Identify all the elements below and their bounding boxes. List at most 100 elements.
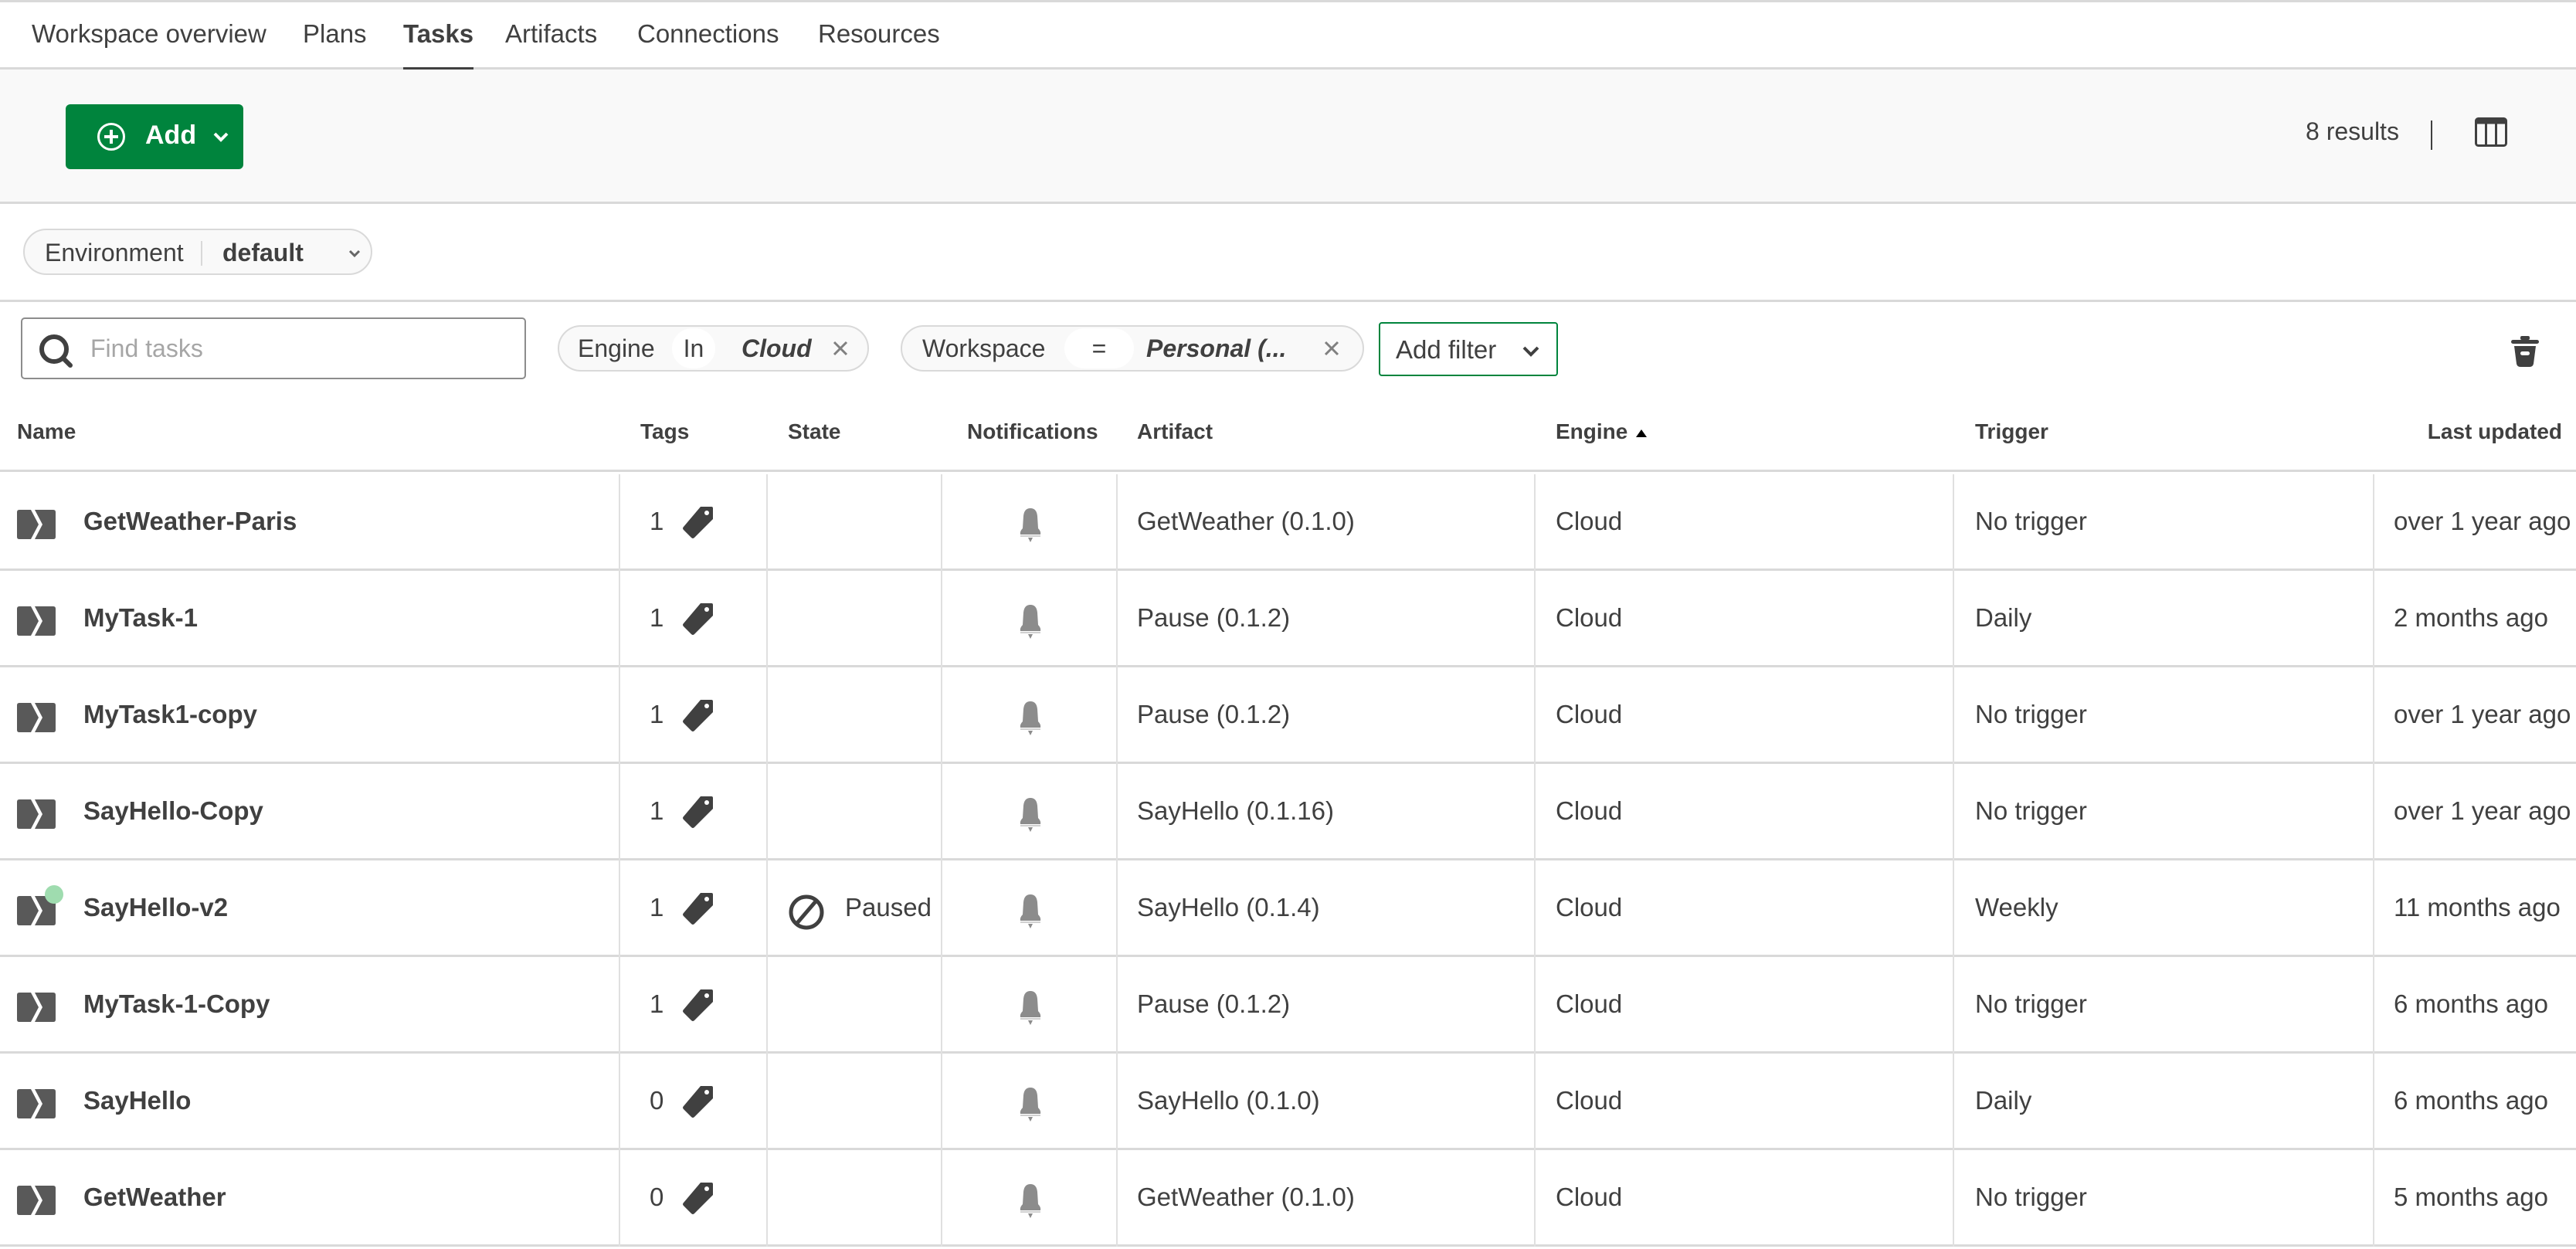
cell-artifact: SayHello (0.1.16) <box>1118 764 1536 860</box>
trigger-value: No trigger <box>1975 700 2087 728</box>
cell-last-updated: over 1 year ago <box>2374 474 2576 571</box>
trigger-value: Weekly <box>1975 893 2058 921</box>
cell-artifact: GetWeather (0.1.0) <box>1118 474 1536 571</box>
bell-icon[interactable] <box>1020 701 1041 735</box>
tag-count: 1 <box>650 700 664 728</box>
filter-chip-engine[interactable]: Engine In Cloud <box>558 325 869 372</box>
tag-icon[interactable] <box>682 1084 714 1118</box>
filter-operator[interactable]: In <box>672 328 715 368</box>
bell-icon[interactable] <box>1020 508 1041 542</box>
close-icon[interactable] <box>1319 336 1344 361</box>
task-name-link[interactable]: GetWeather-Paris <box>83 507 297 536</box>
tab-artifacts[interactable]: Artifacts <box>505 19 597 69</box>
cell-tags: 0 <box>620 1054 768 1150</box>
tag-icon[interactable] <box>682 505 714 539</box>
tag-count: 1 <box>650 603 664 632</box>
artifact-link[interactable]: Pause (0.1.2) <box>1137 989 1290 1019</box>
tag-icon[interactable] <box>682 698 714 732</box>
trigger-value: Daily <box>1975 603 2032 632</box>
artifact-link[interactable]: SayHello (0.1.4) <box>1137 893 1320 922</box>
cell-state <box>768 764 942 860</box>
column-header-engine[interactable]: Engine <box>1556 419 1648 444</box>
engine-value: Cloud <box>1556 989 1623 1018</box>
tag-icon[interactable] <box>682 988 714 1022</box>
tab-plans[interactable]: Plans <box>303 19 367 69</box>
search-field[interactable] <box>21 317 526 379</box>
task-name-link[interactable]: MyTask-1-Copy <box>83 989 270 1019</box>
filter-chip-workspace[interactable]: Workspace = Personal (... <box>901 325 1364 372</box>
cell-trigger: No trigger <box>1954 667 2374 764</box>
tab-workspace-overview[interactable]: Workspace overview <box>32 19 266 69</box>
cell-tags: 1 <box>620 764 768 860</box>
columns-icon[interactable] <box>2475 117 2507 147</box>
table-header: Name Tags State Notifications Artifact E… <box>0 395 2576 472</box>
bell-icon[interactable] <box>1020 894 1041 928</box>
column-header-name[interactable]: Name <box>17 419 76 444</box>
cell-state <box>768 667 942 764</box>
task-name-link[interactable]: GetWeather <box>83 1183 226 1212</box>
cell-name: GetWeather <box>0 1150 620 1247</box>
artifact-link[interactable]: GetWeather (0.1.0) <box>1137 507 1355 536</box>
task-name-link[interactable]: MyTask-1 <box>83 603 198 633</box>
add-filter-label: Add filter <box>1396 335 1497 364</box>
filter-value: Cloud <box>742 334 812 362</box>
column-header-last-updated[interactable]: Last updated <box>2428 419 2562 444</box>
cell-tags: 1 <box>620 957 768 1054</box>
task-name-link[interactable]: MyTask1-copy <box>83 700 257 729</box>
table-row[interactable]: MyTask-1 1 Pause (0.1.2) Cloud Daily 2 m… <box>0 571 2576 667</box>
tag-icon[interactable] <box>682 891 714 925</box>
artifact-link[interactable]: Pause (0.1.2) <box>1137 603 1290 633</box>
trash-icon[interactable] <box>2511 336 2539 367</box>
bell-icon[interactable] <box>1020 991 1041 1025</box>
cell-trigger: No trigger <box>1954 474 2374 571</box>
divider <box>2431 120 2432 150</box>
artifact-link[interactable]: SayHello (0.1.16) <box>1137 796 1334 826</box>
bell-icon[interactable] <box>1020 1088 1041 1122</box>
column-header-state[interactable]: State <box>788 419 840 444</box>
cell-notifications <box>942 860 1118 957</box>
filter-operator[interactable]: = <box>1064 328 1134 368</box>
bell-icon[interactable] <box>1020 605 1041 639</box>
add-button[interactable]: Add <box>66 104 243 169</box>
tab-resources[interactable]: Resources <box>818 19 940 69</box>
bell-icon[interactable] <box>1020 798 1041 832</box>
table-row[interactable]: GetWeather-Paris 1 GetWeather (0.1.0) Cl… <box>0 474 2576 571</box>
tag-icon[interactable] <box>682 795 714 829</box>
artifact-link[interactable]: SayHello (0.1.0) <box>1137 1086 1320 1115</box>
close-icon[interactable] <box>828 336 853 361</box>
artifact-link[interactable]: Pause (0.1.2) <box>1137 700 1290 729</box>
cell-notifications <box>942 571 1118 667</box>
trigger-value: Daily <box>1975 1086 2032 1115</box>
engine-value: Cloud <box>1556 507 1623 535</box>
artifact-link[interactable]: GetWeather (0.1.0) <box>1137 1183 1355 1212</box>
column-header-notifications[interactable]: Notifications <box>967 419 1098 444</box>
search-input[interactable] <box>90 330 507 367</box>
tag-icon[interactable] <box>682 1181 714 1215</box>
bell-icon[interactable] <box>1020 1184 1041 1218</box>
last-updated-value: over 1 year ago <box>2394 796 2571 825</box>
task-name-link[interactable]: SayHello-Copy <box>83 796 263 826</box>
table-row[interactable]: SayHello-Copy 1 SayHello (0.1.16) Cloud <box>0 764 2576 860</box>
filter-field: Engine <box>578 334 655 362</box>
tag-icon[interactable] <box>682 602 714 636</box>
cell-artifact: Pause (0.1.2) <box>1118 571 1536 667</box>
divider <box>201 241 202 266</box>
table-row[interactable]: SayHello-v2 1 Paused SayHello (0.1.4) Cl… <box>0 860 2576 957</box>
column-header-tags[interactable]: Tags <box>640 419 689 444</box>
table-row[interactable]: MyTask1-copy 1 Pause (0.1.2) Cloud No tr… <box>0 667 2576 764</box>
table-row[interactable]: SayHello 0 SayHello (0.1.0) Cloud Daily … <box>0 1054 2576 1150</box>
engine-value: Cloud <box>1556 893 1623 921</box>
cell-state <box>768 474 942 571</box>
task-name-link[interactable]: SayHello <box>83 1086 191 1115</box>
trigger-value: No trigger <box>1975 1183 2087 1211</box>
column-header-trigger[interactable]: Trigger <box>1975 419 2048 444</box>
table-row[interactable]: GetWeather 0 GetWeather (0.1.0) Cloud No… <box>0 1150 2576 1247</box>
cell-name: MyTask-1-Copy <box>0 957 620 1054</box>
column-header-artifact[interactable]: Artifact <box>1137 419 1213 444</box>
tab-connections[interactable]: Connections <box>637 19 779 69</box>
tab-tasks[interactable]: Tasks <box>403 19 474 71</box>
task-name-link[interactable]: SayHello-v2 <box>83 893 228 922</box>
table-row[interactable]: MyTask-1-Copy 1 Pause (0.1.2) Cloud No t… <box>0 957 2576 1054</box>
add-filter-button[interactable]: Add filter <box>1379 322 1558 376</box>
environment-selector[interactable]: Environment default <box>23 229 372 275</box>
